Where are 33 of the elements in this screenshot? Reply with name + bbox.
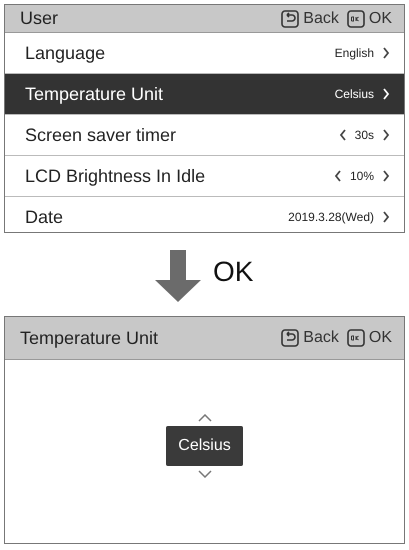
row-label: Temperature Unit bbox=[25, 82, 164, 106]
back-icon bbox=[281, 10, 300, 28]
row-value: 30s bbox=[354, 127, 374, 144]
chevron-up-icon bbox=[198, 414, 212, 422]
chevron-right-icon bbox=[382, 170, 390, 182]
chevron-right-icon bbox=[382, 88, 390, 100]
down-arrow-icon bbox=[155, 250, 201, 302]
ok-icon bbox=[346, 10, 365, 28]
back-button[interactable]: Back bbox=[281, 6, 339, 30]
back-icon bbox=[281, 329, 300, 347]
chevron-right-icon bbox=[382, 47, 390, 59]
chevron-down-icon bbox=[198, 470, 212, 478]
row-label: Date bbox=[25, 206, 64, 228]
row-value: 2019.3.28(Wed) bbox=[288, 209, 374, 226]
screen-title: User bbox=[20, 7, 58, 30]
row-value: 10% bbox=[350, 168, 374, 185]
chevron-right-icon bbox=[382, 129, 390, 141]
row-value: Celsius bbox=[334, 86, 374, 103]
row-label: Language bbox=[25, 42, 106, 65]
chevron-left-icon bbox=[334, 170, 342, 182]
row-label: LCD Brightness In Idle bbox=[25, 164, 206, 188]
chevron-right-icon bbox=[382, 211, 390, 223]
chevron-left-icon bbox=[338, 129, 347, 141]
screen-title: Temperature Unit bbox=[20, 326, 158, 350]
row-label: Screen saver timer bbox=[25, 124, 176, 146]
ok-button[interactable]: OK bbox=[346, 326, 392, 350]
ok-button[interactable]: OK bbox=[346, 6, 392, 30]
ok-icon bbox=[346, 329, 365, 347]
selected-value[interactable]: Celsius bbox=[166, 426, 243, 466]
row-value: English bbox=[334, 45, 374, 62]
transition-label: OK bbox=[213, 255, 254, 289]
back-button[interactable]: Back bbox=[281, 326, 339, 350]
menu-row[interactable]: Temperature Unit Celsius bbox=[5, 74, 404, 115]
